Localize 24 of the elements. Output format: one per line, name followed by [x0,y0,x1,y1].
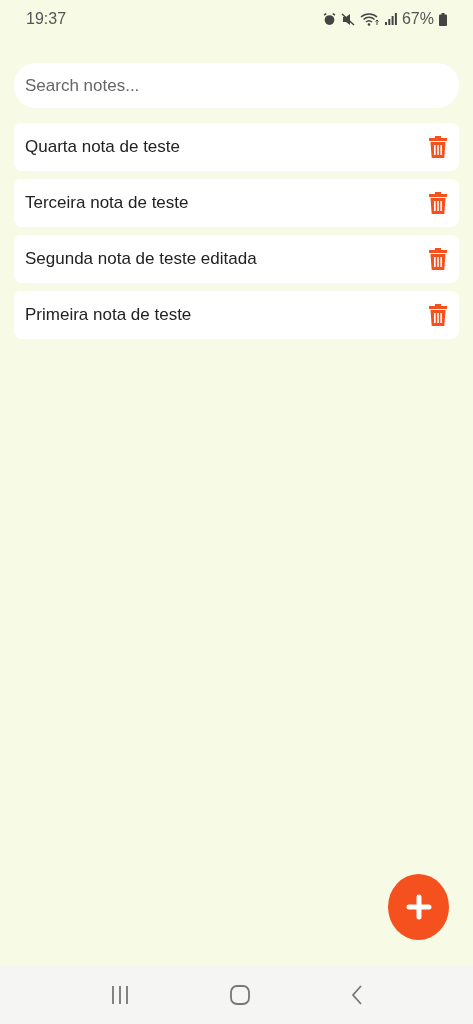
plus-icon [405,894,432,920]
delete-icon[interactable] [427,303,449,327]
note-card[interactable]: Terceira nota de teste [14,179,459,227]
note-card[interactable]: Primeira nota de teste [14,291,459,339]
wifi-icon [359,12,380,26]
note-card[interactable]: Segunda nota de teste editada [14,235,459,283]
note-card[interactable]: Quarta nota de teste [14,123,459,171]
delete-icon[interactable] [427,135,449,159]
search-field[interactable]: Search notes... [14,63,459,108]
battery-icon [439,12,447,26]
recent-apps-icon[interactable] [109,984,130,1005]
signal-icon [384,13,397,25]
delete-icon[interactable] [427,191,449,215]
note-title: Quarta nota de teste [25,137,180,157]
note-title: Segunda nota de teste editada [25,249,257,269]
home-icon[interactable] [229,983,252,1006]
note-title: Terceira nota de teste [25,193,189,213]
mute-icon [340,12,355,26]
delete-icon[interactable] [427,247,449,271]
back-icon[interactable] [351,983,364,1006]
battery-percent: 67% [401,10,434,28]
note-title: Primeira nota de teste [25,305,192,325]
status-time: 19:37 [26,10,67,28]
alarm-icon [322,12,336,26]
